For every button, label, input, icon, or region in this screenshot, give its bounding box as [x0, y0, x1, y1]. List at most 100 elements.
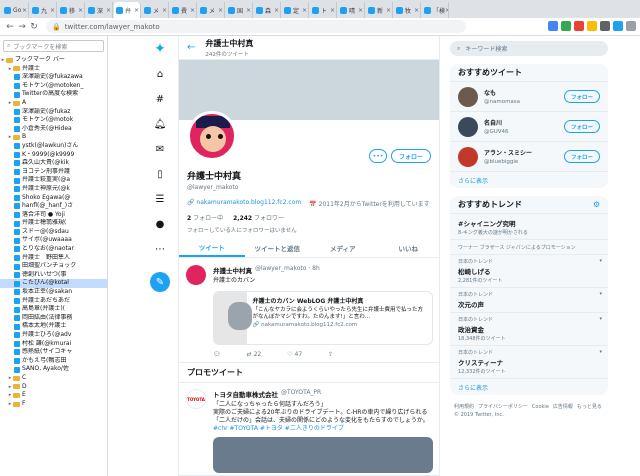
bookmark-item[interactable]: 岡田紘由(法律事務	[0, 314, 107, 323]
lists-icon[interactable]: ☰	[153, 192, 167, 206]
more-options-button[interactable]: •••	[368, 149, 387, 163]
profile-link[interactable]: 🔗 nakamuramakoto.blog112.fc2.com	[187, 199, 301, 208]
extension-icon[interactable]	[561, 21, 571, 31]
bookmark-item[interactable]: hanfl(@_hanf_)さ	[0, 202, 107, 211]
close-icon[interactable]: ×	[445, 7, 448, 14]
browser-tab[interactable]: 国 ×	[226, 2, 253, 18]
tab-tweets-replies[interactable]: ツイートと返信	[245, 238, 311, 257]
bookmark-item[interactable]: 弁護士神原元(@k	[0, 185, 107, 194]
tab-tweets[interactable]: ツイート	[179, 238, 245, 257]
browser-tab[interactable]: 費 ×	[170, 2, 197, 18]
recommended-account[interactable]: なも @namomasa フォロー	[450, 82, 608, 112]
browser-tab[interactable]: 弁 ×	[114, 2, 141, 18]
footer-link[interactable]: © 2019 Twitter, Inc.	[454, 412, 504, 418]
close-icon[interactable]: ×	[50, 7, 55, 14]
browser-tab[interactable]: 移 ×	[58, 2, 85, 18]
notifications-bell-icon[interactable]: 🔔︎	[153, 117, 167, 131]
close-icon[interactable]: ×	[22, 7, 27, 14]
back-arrow-icon[interactable]: ←	[187, 42, 195, 53]
bookmark-search-input[interactable]: ⌕ ブックマークを検索	[3, 40, 104, 52]
twitter-bird-icon[interactable]: ✦	[153, 41, 167, 57]
chevron-down-icon[interactable]: ▾	[599, 291, 602, 297]
close-icon[interactable]: ×	[330, 7, 335, 14]
browser-tab[interactable]: メ ×	[142, 2, 169, 18]
menu-icon[interactable]	[626, 21, 636, 31]
bookmark-item[interactable]: SANO, Ayako/佐	[0, 365, 107, 374]
forward-arrow-icon[interactable]: →	[16, 21, 28, 33]
close-icon[interactable]: ×	[106, 7, 111, 14]
close-icon[interactable]: ×	[162, 7, 167, 14]
bookmark-item[interactable]: K・9999(@k9999	[0, 151, 107, 160]
close-icon[interactable]: ×	[78, 7, 83, 14]
footer-link[interactable]: もっと見る	[577, 404, 602, 410]
tab-likes[interactable]: いいね	[376, 238, 440, 257]
bookmark-item[interactable]: 森久山大貴(@kik	[0, 159, 107, 168]
bookmark-item[interactable]: 感熱紙(サイコキャ	[0, 348, 107, 357]
bookmark-item[interactable]: 弁護士萩重実(@a	[0, 176, 107, 185]
bookmark-item[interactable]: ystk(@lawkun)さん	[0, 142, 107, 151]
following-count[interactable]: 2 フォロー中	[187, 213, 223, 222]
promo-author-name[interactable]: トヨタ自動車株式会社	[213, 389, 278, 399]
bookmark-item[interactable]: 弁護士 野田隼人	[0, 254, 107, 263]
bookmark-item[interactable]: 弁護士ひろ(@adv	[0, 331, 107, 340]
bookmark-item[interactable]: とりなお(@naotar	[0, 245, 107, 254]
bookmark-folder[interactable]: ▸ B	[0, 133, 107, 142]
bookmark-item[interactable]: モトケン(@motoken_	[0, 82, 107, 91]
browser-tab[interactable]: 九 ×	[30, 2, 57, 18]
bookmark-item[interactable]: かもえ弓(鴨志田	[0, 357, 107, 366]
bookmark-item[interactable]: Shoko Egawa(@	[0, 194, 107, 203]
extension-icon[interactable]	[587, 21, 597, 31]
recommended-account-name[interactable]: なも	[484, 88, 564, 97]
bookmark-item[interactable]: サイボ(@uwaaaa	[0, 236, 107, 245]
messages-envelope-icon[interactable]: ✉	[153, 142, 167, 156]
more-circle-icon[interactable]: ⋯	[153, 242, 167, 256]
bookmark-item[interactable]: 田畑聖パンチョック	[0, 262, 107, 271]
bookmark-folder[interactable]: ▸ 弁護士	[0, 65, 107, 74]
recommended-account-name[interactable]: アラン・スミシー	[484, 148, 564, 157]
bookmark-item[interactable]: スドー@(@sdau	[0, 228, 107, 237]
chevron-down-icon[interactable]: ▾	[599, 349, 602, 355]
explore-hash-icon[interactable]: #	[153, 92, 167, 106]
footer-link[interactable]: Cookie	[532, 404, 549, 410]
bookmark-item[interactable]: こたびん(@kotal	[0, 279, 107, 289]
address-bar[interactable]: 🔒 twitter.com/lawyer_makoto	[46, 20, 466, 33]
bookmark-item[interactable]: 高島章(弁護士)(	[0, 305, 107, 314]
browser-tab[interactable]: 深 ×	[86, 2, 113, 18]
bookmark-item[interactable]: 弁護士穂翡雅規(	[0, 219, 107, 228]
browser-tab[interactable]: 定 ×	[282, 2, 309, 18]
extension-icon[interactable]	[548, 21, 558, 31]
bookmark-item[interactable]: 深澤諭史(@fukaz	[0, 108, 107, 117]
like-button[interactable]: ♡ 47	[287, 351, 302, 358]
follow-button[interactable]: フォロー	[390, 149, 431, 163]
show-more-recommendations[interactable]: さらに表示	[450, 172, 608, 188]
followers-count[interactable]: 2,242 フォロワー	[233, 213, 284, 222]
back-arrow-icon[interactable]: ←	[4, 21, 16, 33]
gear-icon[interactable]: ⚙	[593, 200, 600, 209]
close-icon[interactable]: ×	[190, 7, 195, 14]
bookmark-item[interactable]: ヨコテン刑事弁護	[0, 168, 107, 177]
browser-tab[interactable]: 森 ×	[254, 2, 281, 18]
close-icon[interactable]: ×	[134, 7, 139, 14]
bookmark-item[interactable]: 村松 謙(@kmurai	[0, 340, 107, 349]
profile-icon[interactable]: ●	[153, 217, 167, 231]
avatar[interactable]	[458, 86, 478, 107]
bookmark-item[interactable]: 徳創れいせつ(事	[0, 271, 107, 280]
bookmark-folder[interactable]: ▸ F	[0, 400, 107, 409]
browser-tab[interactable]: Go ×	[2, 2, 29, 18]
retweet-button[interactable]: ⇄ 22	[247, 351, 262, 358]
promo-hashtags[interactable]: #chr #TOYOTA #トヨタ #二人きりのドライブ	[213, 425, 433, 433]
footer-link[interactable]: プライバシーポリシー	[478, 404, 528, 410]
extension-icon[interactable]	[613, 21, 623, 31]
promo-video[interactable]	[213, 437, 433, 473]
bookmark-item[interactable]: 坂本正幸(@sakan	[0, 288, 107, 297]
bookmark-folder[interactable]: ▸ E	[0, 391, 107, 400]
trend-item[interactable]: 日本のトレンド ▾ 次元の声	[450, 288, 608, 313]
browser-tab[interactable]: 牧 ×	[394, 2, 421, 18]
browser-tab[interactable]: 新 ×	[366, 2, 393, 18]
close-icon[interactable]: ×	[302, 7, 307, 14]
browser-tab[interactable]: 「検×	[422, 2, 449, 18]
bookmark-item[interactable]: 小倉秀夫(@Hidea	[0, 125, 107, 134]
bookmark-folder[interactable]: ▸ A	[0, 99, 107, 108]
close-icon[interactable]: ×	[358, 7, 363, 14]
bookmark-item[interactable]: 橋本太地(弁護士	[0, 322, 107, 331]
